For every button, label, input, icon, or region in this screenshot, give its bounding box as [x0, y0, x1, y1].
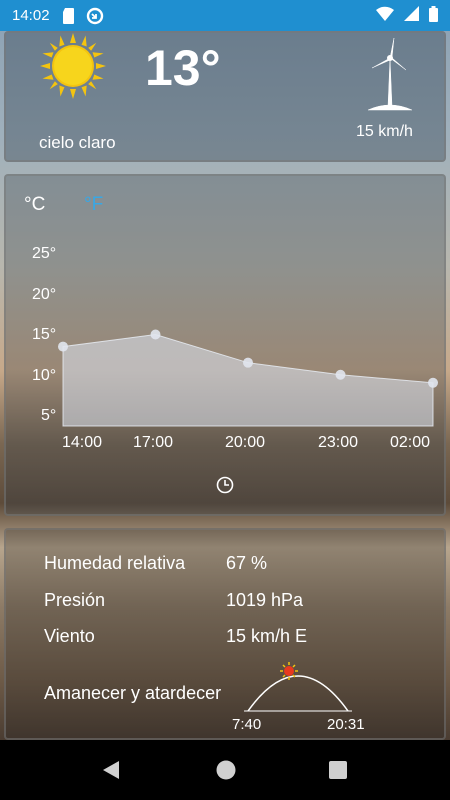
temperature-point	[150, 329, 161, 340]
sun-label: Amanecer y atardecer	[44, 683, 222, 703]
wind-label: Viento	[44, 626, 95, 646]
pressure-value: 1019 hPa	[226, 590, 304, 610]
navigation-bar	[0, 740, 450, 800]
back-button[interactable]	[100, 759, 122, 786]
temperature-point	[58, 341, 68, 352]
pressure-label: Presión	[44, 590, 106, 610]
sun-arc	[244, 661, 352, 718]
humidity-value: 67 %	[226, 553, 268, 573]
clock-icon	[216, 476, 234, 499]
x-tick-label: 17:00	[133, 434, 174, 451]
temperature-area	[62, 333, 434, 427]
wind-value: 15 km/h E	[226, 626, 308, 646]
temperature-point	[335, 369, 346, 380]
temperature-point	[428, 377, 438, 388]
x-tick-label: 14:00	[62, 434, 103, 451]
sun-position-icon	[280, 662, 298, 680]
temperature-area-chart	[58, 329, 438, 427]
temperature-point	[243, 357, 253, 368]
sunset-time: 20:31	[327, 716, 365, 733]
x-tick-label: 20:00	[225, 434, 266, 451]
x-tick-label: 23:00	[318, 434, 359, 451]
sunrise-time: 7:40	[232, 716, 262, 733]
recents-button[interactable]	[327, 759, 349, 786]
home-button[interactable]	[215, 759, 237, 786]
x-tick-label: 02:00	[390, 434, 431, 451]
humidity-label: Humedad relativa	[44, 553, 186, 573]
